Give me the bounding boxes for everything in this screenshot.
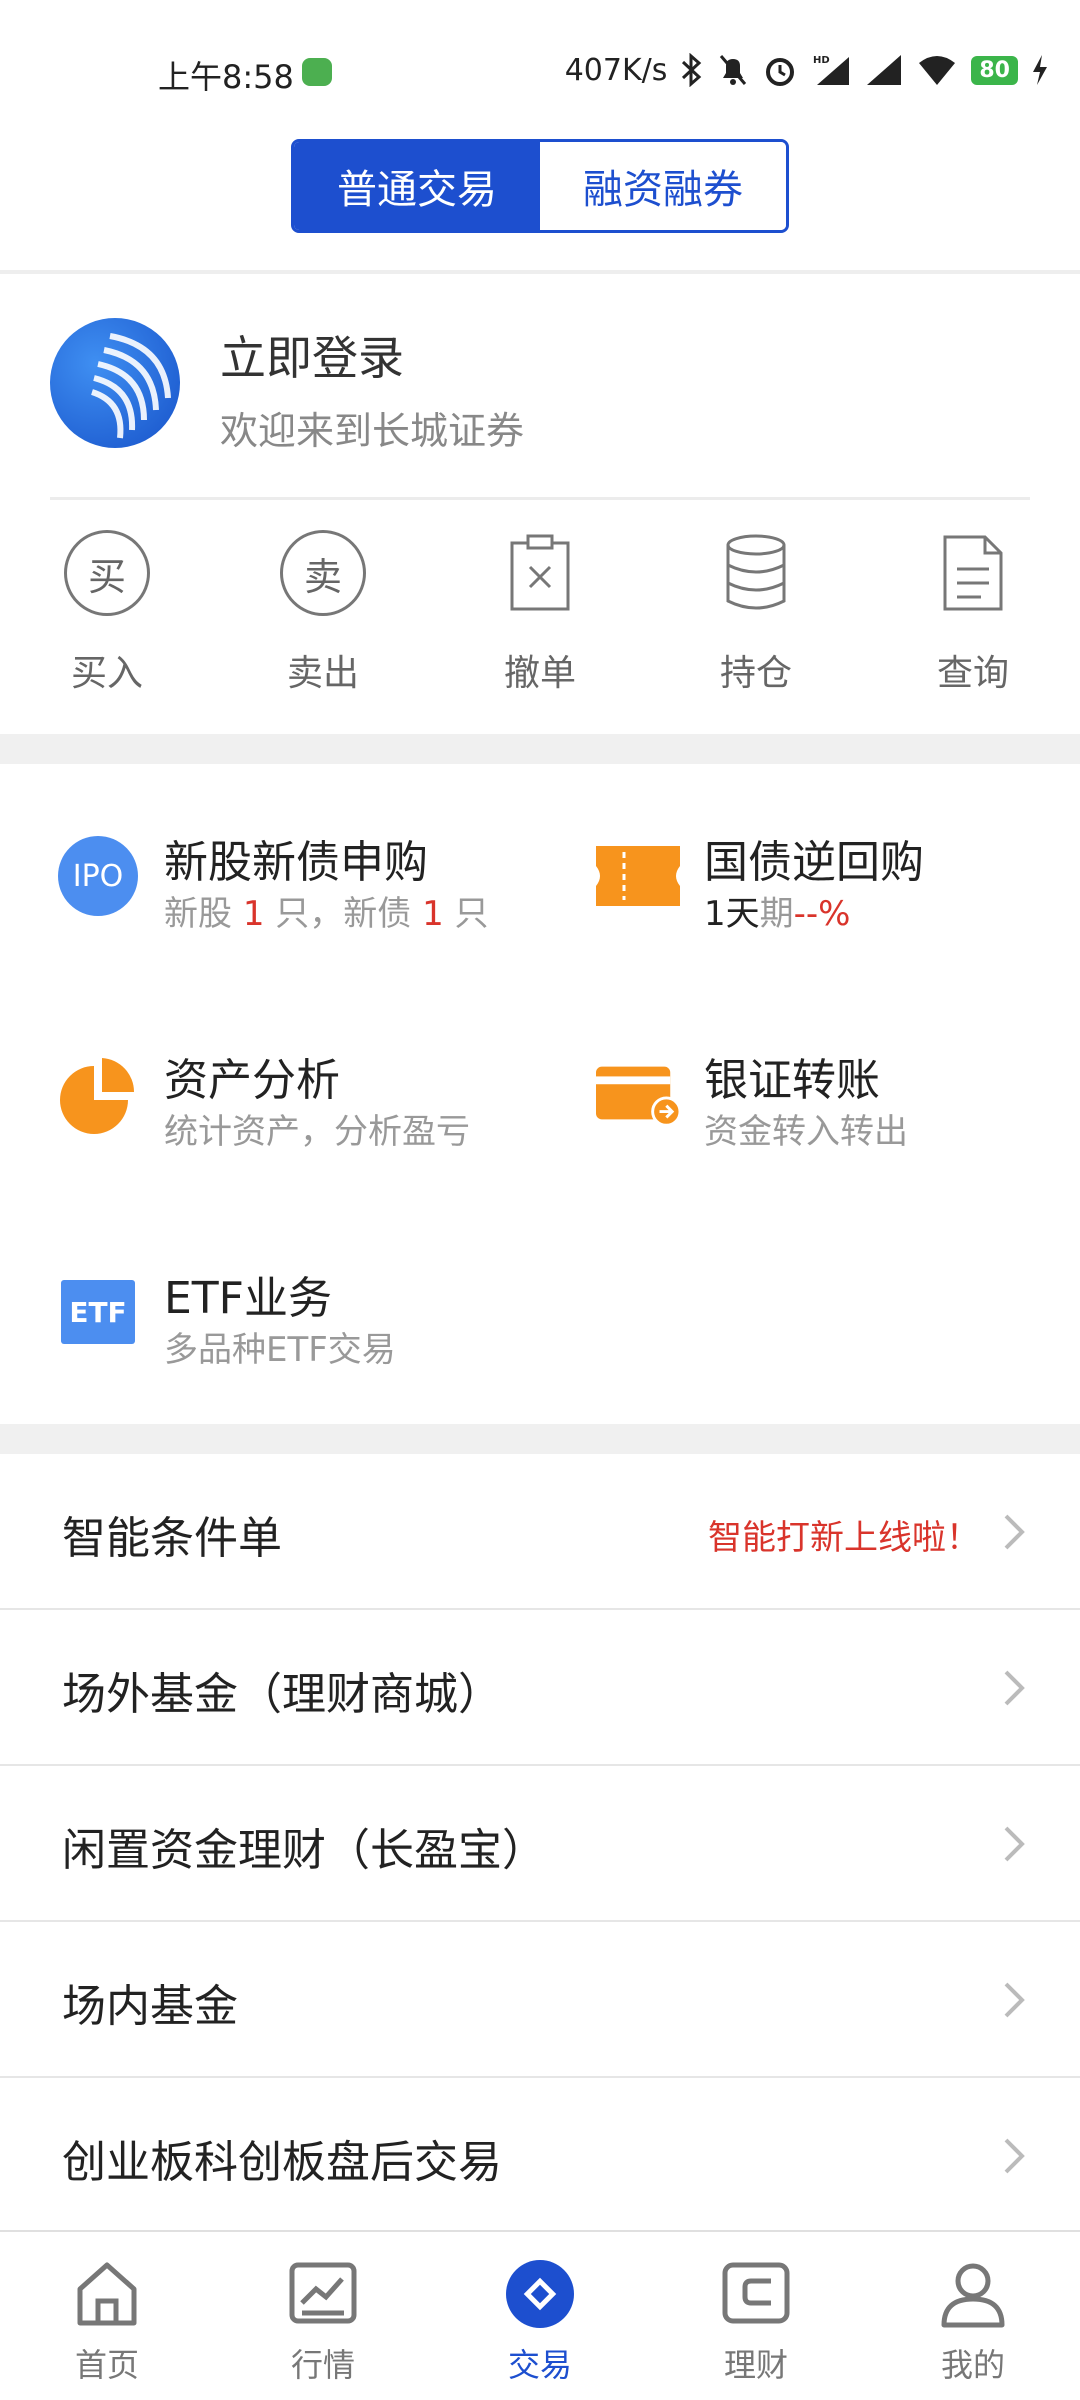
holdings-button[interactable]: 持仓 [676,528,836,698]
transfer-title: 银证转账 [704,1055,880,1106]
list-item-exchange-fund[interactable]: 场内基金 [0,1922,1080,2078]
nav-trade[interactable]: 交易 [460,2254,620,2394]
status-indicators: 407K/s HD 80 [565,50,1048,90]
app-notification-icon [302,58,332,86]
charging-icon [1033,55,1047,85]
bank-transfer-item[interactable]: 银证转账 资金转入转出 [596,1052,1076,1192]
ticket-icon [596,834,680,918]
ipo-icon: IPO [58,836,138,916]
card-transfer-icon [596,1052,680,1136]
list-item-otc-fund[interactable]: 场外基金（理财商城） [0,1610,1080,1766]
etf-subtitle: 多品种ETF交易 [164,1330,396,1370]
tab-normal-trade[interactable]: 普通交易 [294,142,540,230]
mute-bell-icon [720,55,747,85]
cancel-order-label: 撤单 [503,653,576,694]
buy-button[interactable]: 买 买入 [27,528,187,698]
wifi-icon [919,56,956,85]
brand-logo [50,318,180,448]
welcome-text: 欢迎来到长城证券 [220,409,525,453]
buy-icon: 买 [62,528,152,618]
pie-chart-icon [56,1052,140,1136]
sell-icon: 卖 [278,528,368,618]
treasury-repo-item[interactable]: 国债逆回购 1天期--% [596,834,1076,974]
chevron-right-icon [1004,1826,1025,1862]
home-icon [67,2254,147,2334]
list-item-idle-cash[interactable]: 闲置资金理财（长盈宝） [0,1766,1080,1922]
login-divider [50,497,1030,500]
profile-icon [933,2254,1013,2334]
list-item-smart-order[interactable]: 智能条件单 智能打新上线啦！ [0,1454,1080,1610]
query-button[interactable]: 查询 [893,528,1053,698]
section-separator [0,1424,1080,1454]
header-divider [0,270,1080,274]
nav-profile[interactable]: 我的 [893,2254,1053,2394]
nav-home[interactable]: 首页 [27,2254,187,2394]
asset-subtitle: 统计资产，分析盈亏 [164,1112,470,1152]
etf-title: ETF业务 [164,1273,332,1324]
ipo-title: 新股新债申购 [164,837,428,888]
wealth-icon [716,2254,796,2334]
trade-icon [500,2254,580,2334]
cancel-order-button[interactable]: 撤单 [460,528,620,698]
bottom-nav: 首页 行情 交易 理财 我的 [0,2230,1080,2400]
new-bond-count: 1 [422,894,444,934]
repo-rate: --% [793,894,851,934]
market-icon [283,2254,363,2334]
tab-margin-trade[interactable]: 融资融券 [540,142,786,230]
etf-business-item[interactable]: ETF ETF业务 多品种ETF交易 [56,1270,536,1410]
repo-subtitle: 1天期--% [704,894,851,934]
transfer-subtitle: 资金转入转出 [704,1112,908,1152]
ipo-subtitle: 新股 1 只，新债 1 只 [164,894,489,934]
login-link[interactable]: 立即登录 [220,322,404,388]
svg-text:HD: HD [813,55,830,66]
signal-icon [867,55,902,85]
query-label: 查询 [936,653,1009,694]
chevron-right-icon [1004,1670,1025,1706]
query-icon [928,528,1018,618]
status-time: 上午8:58 [158,58,294,96]
sell-label: 卖出 [286,653,359,694]
battery-indicator: 80 [971,55,1018,85]
nav-wealth[interactable]: 理财 [676,2254,836,2394]
buy-label: 买入 [70,653,143,694]
ipo-subscription-item[interactable]: IPO 新股新债申购 新股 1 只，新债 1 只 [56,834,536,974]
chevron-right-icon [1004,2138,1025,2174]
section-separator [0,734,1080,764]
holdings-label: 持仓 [719,653,792,694]
alarm-icon [766,58,795,86]
trade-type-tabs: 普通交易 融资融券 [291,139,789,233]
status-bar: 上午8:58 407K/s HD 80 [0,0,1080,130]
bluetooth-icon [682,53,702,87]
asset-analysis-item[interactable]: 资产分析 统计资产，分析盈亏 [56,1052,536,1192]
network-speed: 407K/s [564,52,668,88]
sell-button[interactable]: 卖 卖出 [243,528,403,698]
etf-icon: ETF [61,1280,135,1344]
new-stock-count: 1 [242,894,265,934]
list-item-after-hours[interactable]: 创业板科创板盘后交易 [0,2078,1080,2234]
hd-signal-icon: HD [813,55,850,85]
cancel-order-icon [495,528,585,618]
chevron-right-icon [1004,1982,1025,2018]
nav-market[interactable]: 行情 [243,2254,403,2394]
repo-title: 国债逆回购 [704,837,924,888]
promo-note: 智能打新上线啦！ [708,1518,980,1558]
asset-title: 资产分析 [164,1055,340,1106]
holdings-icon [711,528,801,618]
chevron-right-icon [1004,1514,1025,1550]
